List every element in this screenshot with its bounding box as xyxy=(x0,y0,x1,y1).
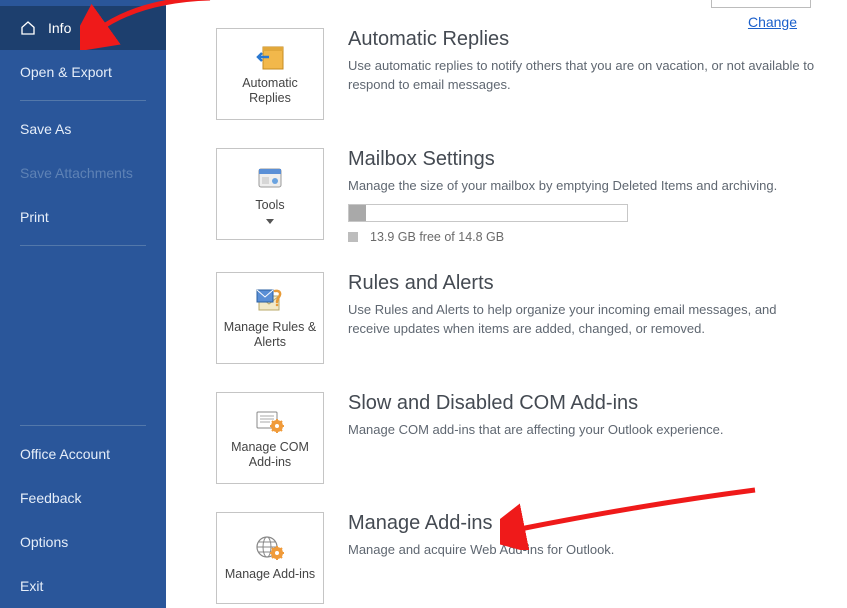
tile-label: Manage Rules & Alerts xyxy=(217,320,323,350)
sidebar-item-options[interactable]: Options xyxy=(0,520,166,564)
section-title: Manage Add-ins xyxy=(348,512,817,535)
section-title: Slow and Disabled COM Add-ins xyxy=(348,392,817,415)
tile-automatic-replies[interactable]: Automatic Replies xyxy=(216,28,324,120)
sidebar-item-save-as[interactable]: Save As xyxy=(0,107,166,151)
sidebar-item-label: Save As xyxy=(20,121,71,137)
sidebar-item-label: Info xyxy=(48,20,71,36)
tile-tools[interactable]: Tools xyxy=(216,148,324,240)
section-manage-addins: Manage Add-ins Manage Add-ins Manage and… xyxy=(216,512,847,604)
tile-label: Manage Add-ins xyxy=(219,567,321,582)
section-rules-alerts: Manage Rules & Alerts Rules and Alerts U… xyxy=(216,272,847,364)
section-desc: Manage COM add-ins that are affecting yo… xyxy=(348,421,817,440)
sidebar-item-label: Exit xyxy=(20,578,43,594)
sidebar-divider xyxy=(20,100,146,101)
chevron-down-icon xyxy=(266,219,274,224)
sidebar-item-label: Feedback xyxy=(20,490,81,506)
section-desc: Manage the size of your mailbox by empty… xyxy=(348,177,817,196)
sidebar-item-label: Office Account xyxy=(20,446,110,462)
section-automatic-replies: Automatic Replies Automatic Replies Use … xyxy=(216,28,847,120)
sidebar-item-feedback[interactable]: Feedback xyxy=(0,476,166,520)
tile-label: Automatic Replies xyxy=(217,76,323,106)
sidebar-item-label: Options xyxy=(20,534,68,550)
tile-label: Manage COM Add-ins xyxy=(217,440,323,470)
sidebar-item-info[interactable]: Info xyxy=(0,6,166,50)
com-addins-icon xyxy=(253,406,287,436)
tile-manage-addins[interactable]: Manage Add-ins xyxy=(216,512,324,604)
section-com-addins: Manage COM Add-ins Slow and Disabled COM… xyxy=(216,392,847,484)
rules-alerts-icon xyxy=(253,286,287,316)
section-desc: Use automatic replies to notify others t… xyxy=(348,57,817,95)
change-link[interactable]: Change xyxy=(748,14,797,30)
manage-addins-icon xyxy=(253,533,287,563)
sidebar-item-print[interactable]: Print xyxy=(0,195,166,239)
sidebar-item-exit[interactable]: Exit xyxy=(0,564,166,608)
section-title: Automatic Replies xyxy=(348,28,817,51)
section-desc: Use Rules and Alerts to help organize yo… xyxy=(348,301,817,339)
storage-bar xyxy=(348,204,628,222)
sidebar-divider xyxy=(20,425,146,426)
storage-bar-fill xyxy=(349,205,366,221)
sidebar-item-office-account[interactable]: Office Account xyxy=(0,432,166,476)
section-mailbox-settings: Tools Mailbox Settings Manage the size o… xyxy=(216,148,847,244)
section-title: Mailbox Settings xyxy=(348,148,817,171)
tile-label: Tools xyxy=(249,198,290,213)
account-info-panel: Change Automatic Replies Automatic Repli… xyxy=(166,0,847,608)
sidebar-item-save-attachments: Save Attachments xyxy=(0,151,166,195)
tile-manage-com-addins[interactable]: Manage COM Add-ins xyxy=(216,392,324,484)
sidebar-item-label: Open & Export xyxy=(20,64,112,80)
sidebar-item-label: Print xyxy=(20,209,49,225)
section-title: Rules and Alerts xyxy=(348,272,817,295)
tile-manage-rules[interactable]: Manage Rules & Alerts xyxy=(216,272,324,364)
sidebar-item-open-export[interactable]: Open & Export xyxy=(0,50,166,94)
file-menu-sidebar: Info Open & Export Save As Save Attachme… xyxy=(0,0,166,608)
photo-placeholder-box xyxy=(711,0,811,8)
tools-icon xyxy=(253,164,287,194)
home-icon xyxy=(20,20,36,36)
automatic-replies-icon xyxy=(253,42,287,72)
storage-text: 13.9 GB free of 14.8 GB xyxy=(348,230,817,244)
sidebar-divider xyxy=(20,245,146,246)
sidebar-item-label: Save Attachments xyxy=(20,165,133,181)
section-desc: Manage and acquire Web Add-ins for Outlo… xyxy=(348,541,817,560)
